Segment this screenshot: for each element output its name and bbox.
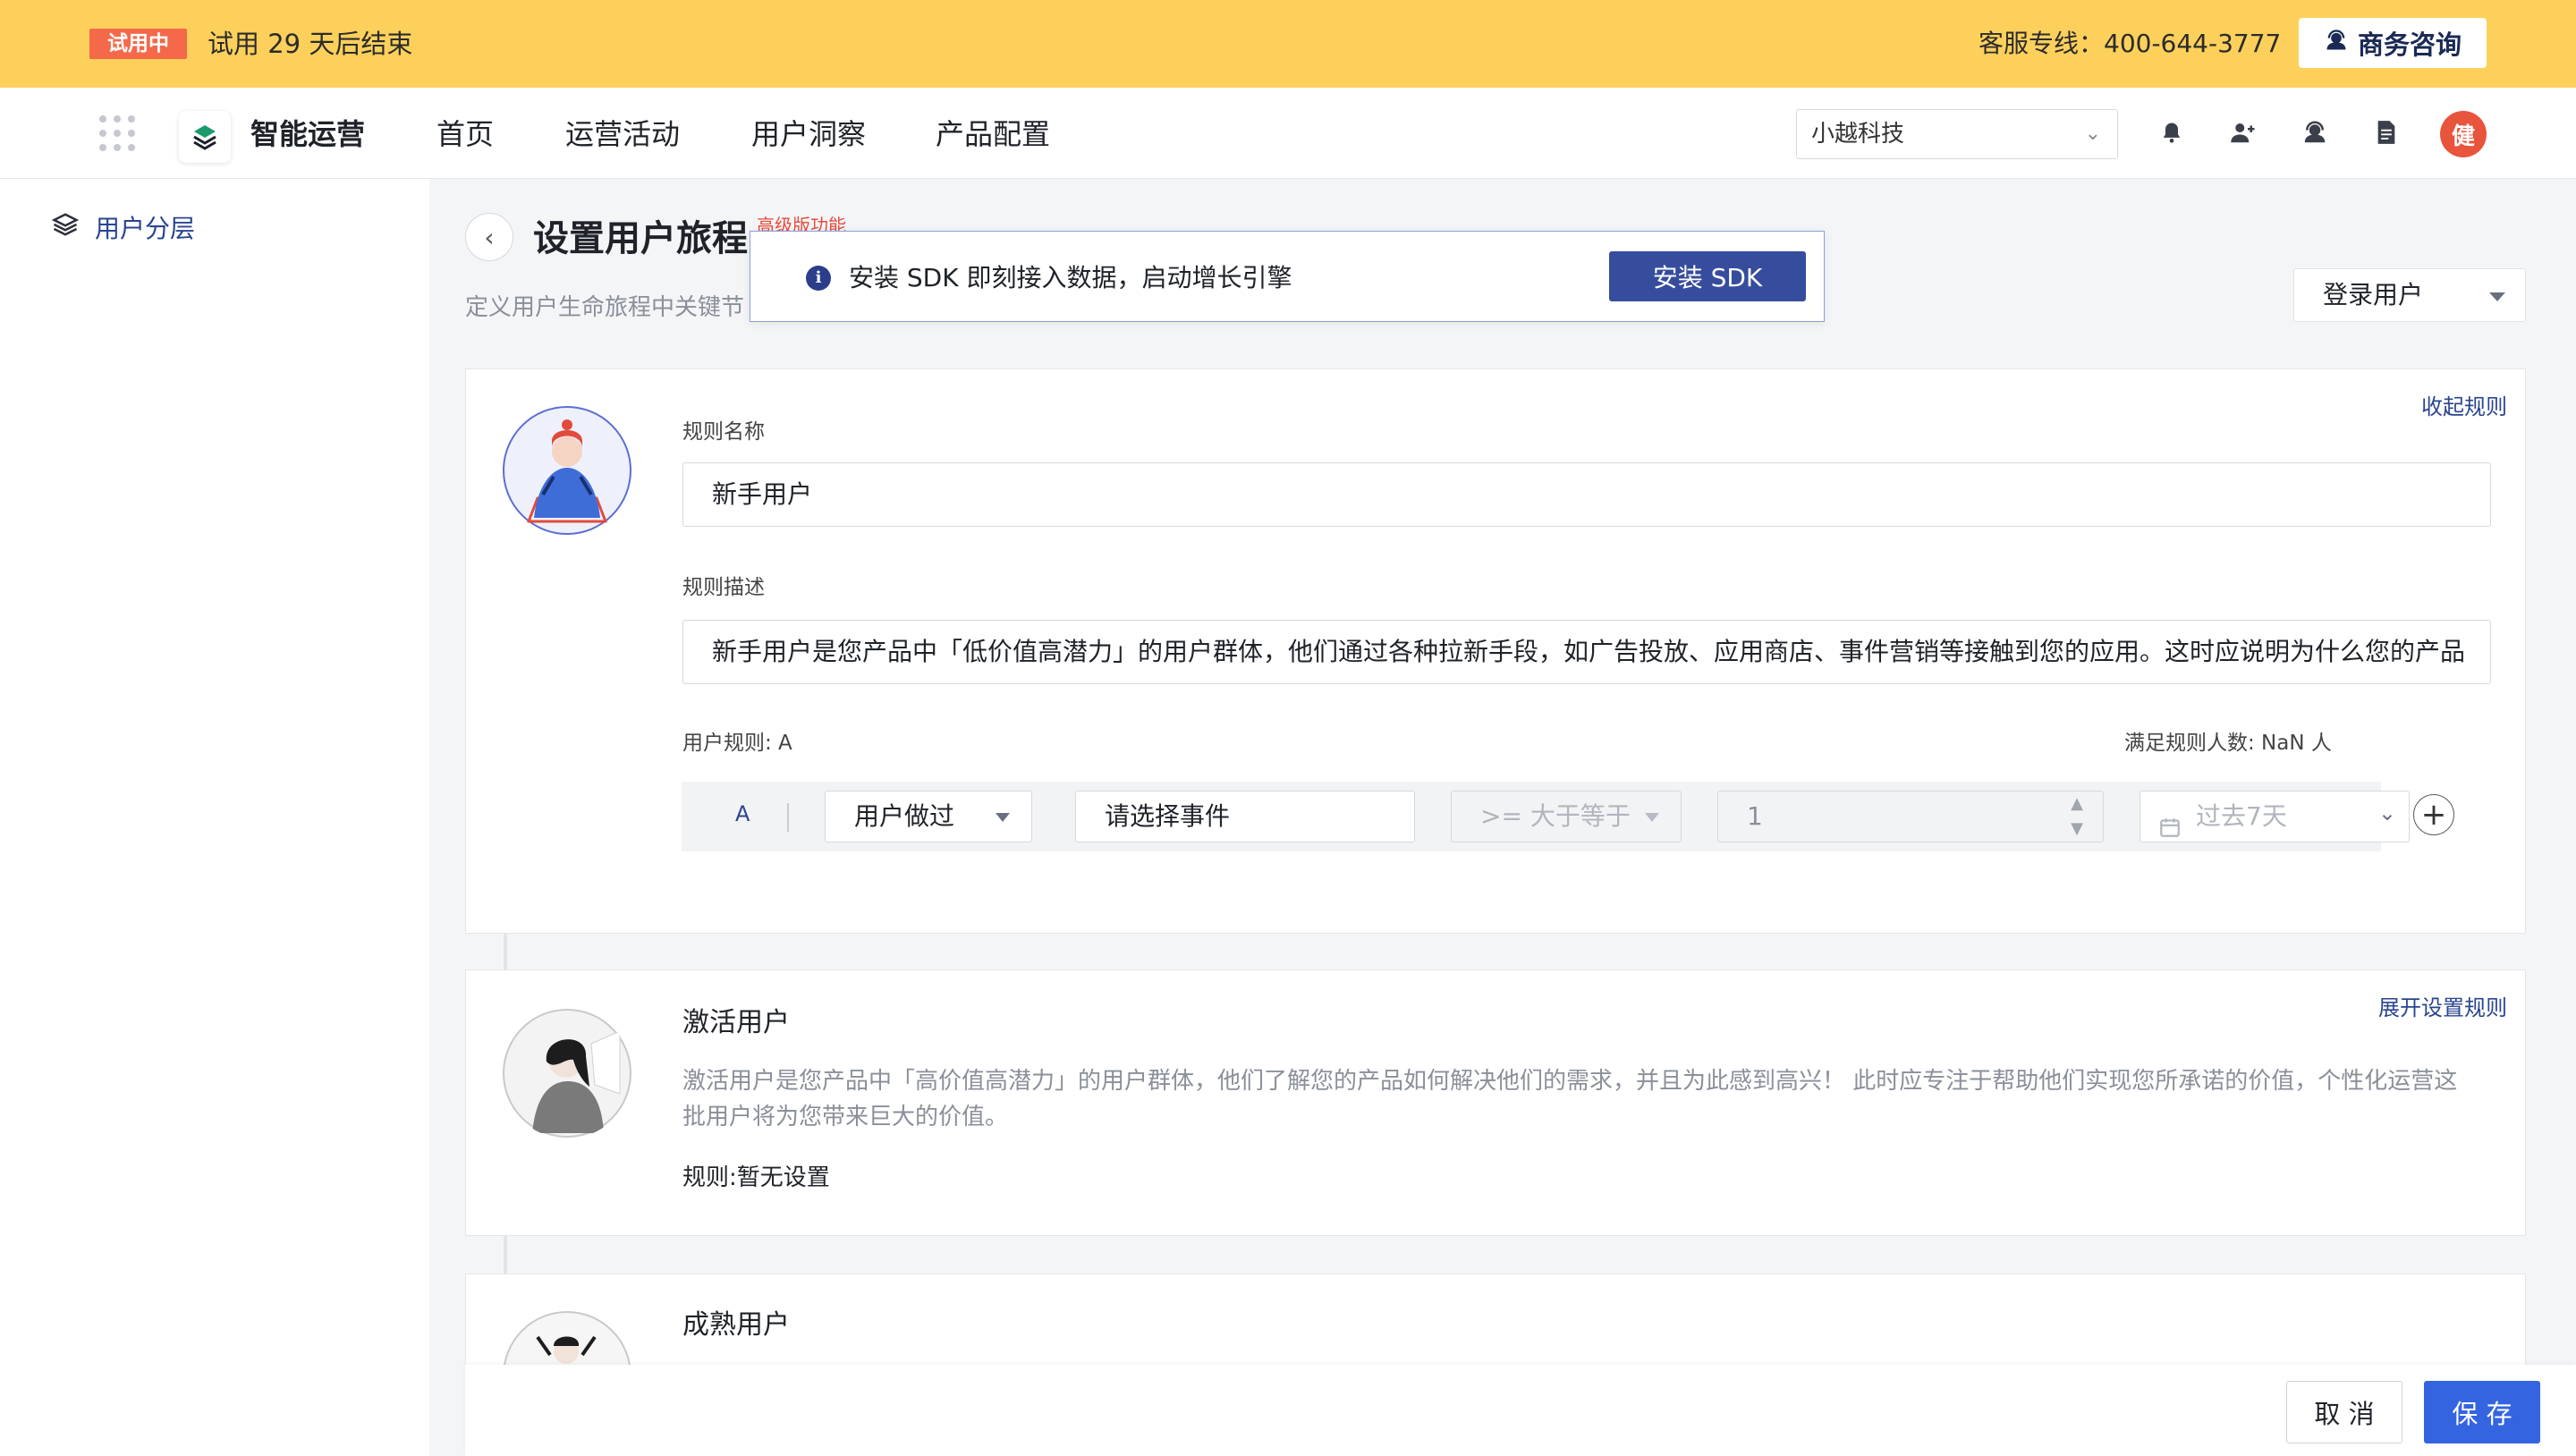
stage-description: 激活用户是您产品中「高价值高潜力」的用户群体，他们了解您的产品如何解决他们的需求… bbox=[682, 1068, 2458, 1130]
user-rule-label: 用户规则: A bbox=[682, 732, 792, 755]
divider bbox=[787, 803, 789, 832]
chevron-left-icon: ‹ bbox=[484, 222, 495, 252]
count-value: 1 bbox=[1747, 801, 1763, 831]
operator-select-value: >= 大于等于 bbox=[1480, 801, 1631, 831]
rule-letter: A bbox=[735, 801, 750, 826]
caret-down-icon bbox=[996, 813, 1010, 822]
rule-name-input[interactable]: 新手用户 bbox=[682, 462, 2491, 527]
rule-condition-row: A 用户做过 请选择事件 >= 大于等于 1 ▲ ▼ 过去7天 ⌄ bbox=[682, 782, 2410, 851]
page-description: 定义用户生命旅程中关键节 bbox=[465, 294, 745, 321]
sidebar-item-label: 用户分层 bbox=[95, 214, 196, 243]
rule-description-label: 规则描述 bbox=[682, 576, 765, 599]
user-type-select[interactable]: 登录用户 bbox=[2293, 268, 2526, 322]
stage-title: 激活用户 bbox=[682, 1007, 790, 1038]
active-user-illustration bbox=[502, 1008, 632, 1139]
timeline-connector bbox=[504, 1236, 507, 1274]
matched-user-count: 满足规则人数: NaN 人 bbox=[2124, 732, 2332, 755]
save-button[interactable]: 保 存 bbox=[2424, 1381, 2540, 1443]
user-avatar[interactable]: 健 bbox=[2440, 111, 2487, 157]
app-grid-icon[interactable] bbox=[98, 114, 136, 152]
business-consult-label: 商务咨询 bbox=[2357, 30, 2462, 60]
nav-item-product-config[interactable]: 产品配置 bbox=[936, 114, 1050, 154]
calendar-icon bbox=[2158, 806, 2182, 842]
nav-item-user-insights[interactable]: 用户洞察 bbox=[751, 114, 866, 154]
action-select[interactable]: 用户做过 bbox=[825, 791, 1032, 842]
trial-banner: 试用中 试用 29 天后结束 客服专线：400-644-3777 商务咨询 bbox=[0, 0, 2576, 88]
company-select[interactable]: 小越科技 ⌄ bbox=[1796, 109, 2118, 159]
count-stepper[interactable]: 1 ▲ ▼ bbox=[1717, 791, 2104, 842]
user-type-select-value: 登录用户 bbox=[2323, 280, 2424, 309]
headset-icon bbox=[2324, 28, 2349, 59]
stage-card-active-user: 展开设置规则 激活用户 激活用户是您产品中「高价值高潜力」的用户群体，他们了解您… bbox=[465, 969, 2526, 1236]
page-title: 设置用户旅程 bbox=[533, 218, 748, 259]
action-select-value: 用户做过 bbox=[854, 801, 955, 831]
add-condition-button[interactable]: + bbox=[2413, 794, 2454, 835]
advanced-feature-badge: 高级版功能 bbox=[757, 215, 846, 233]
layers-icon bbox=[51, 211, 80, 244]
document-icon[interactable] bbox=[2370, 116, 2402, 148]
top-navbar: 智能运营 首页 运营活动 用户洞察 产品配置 小越科技 ⌄ 健 bbox=[0, 88, 2576, 179]
event-select[interactable]: 请选择事件 bbox=[1075, 791, 1415, 842]
sdk-install-banner: i 安装 SDK 即刻接入数据，启动增长引擎 安装 SDK bbox=[750, 231, 1825, 322]
sdk-banner-message: 安装 SDK 即刻接入数据，启动增长引擎 bbox=[849, 263, 1292, 292]
trial-badge: 试用中 bbox=[89, 29, 187, 59]
new-user-illustration bbox=[502, 405, 632, 536]
info-icon: i bbox=[806, 266, 831, 291]
sidebar-item-user-segmentation[interactable]: 用户分层 bbox=[51, 209, 196, 245]
stepper-arrows-icon[interactable]: ▲ ▼ bbox=[2071, 791, 2083, 842]
time-range-value: 过去7天 bbox=[2196, 801, 2287, 831]
timeline-connector bbox=[504, 934, 507, 969]
business-consult-button[interactable]: 商务咨询 bbox=[2299, 18, 2487, 68]
caret-down-icon bbox=[1645, 813, 1659, 822]
time-range-select[interactable]: 过去7天 ⌄ bbox=[2140, 791, 2410, 842]
chevron-down-icon: ⌄ bbox=[2377, 800, 2396, 825]
app-logo[interactable] bbox=[179, 111, 231, 163]
operator-select[interactable]: >= 大于等于 bbox=[1451, 791, 1682, 842]
expand-rule-link[interactable]: 展开设置规则 bbox=[2378, 990, 2507, 1021]
add-user-icon[interactable] bbox=[2227, 116, 2259, 148]
trial-remaining-text: 试用 29 天后结束 bbox=[208, 29, 413, 59]
cancel-button[interactable]: 取 消 bbox=[2286, 1381, 2402, 1443]
collapse-rule-link[interactable]: 收起规则 bbox=[2421, 389, 2507, 420]
app-title: 智能运营 bbox=[250, 117, 366, 151]
stage-rule-status: 规则:暂无设置 bbox=[682, 1164, 830, 1191]
chevron-down-icon: ⌄ bbox=[2084, 123, 2101, 145]
event-select-placeholder: 请选择事件 bbox=[1105, 801, 1231, 831]
caret-down-icon bbox=[2489, 292, 2505, 301]
bottom-action-bar bbox=[465, 1365, 2576, 1456]
rule-description-input[interactable]: 新手用户是您产品中「低价值高潜力」的用户群体，他们通过各种拉新手段，如广告投放、… bbox=[682, 620, 2491, 684]
back-button[interactable]: ‹ bbox=[465, 213, 513, 261]
sidebar: 用户分层 bbox=[0, 179, 429, 1456]
support-icon[interactable] bbox=[2299, 116, 2331, 148]
stage-title: 成熟用户 bbox=[682, 1309, 790, 1341]
nav-item-campaigns[interactable]: 运营活动 bbox=[565, 114, 680, 154]
install-sdk-button[interactable]: 安装 SDK bbox=[1609, 251, 1806, 301]
nav-item-home[interactable]: 首页 bbox=[436, 114, 494, 154]
service-hotline: 客服专线：400-644-3777 bbox=[1979, 29, 2282, 58]
company-select-value: 小越科技 bbox=[1811, 121, 1905, 148]
rule-name-label: 规则名称 bbox=[682, 420, 765, 444]
bell-icon[interactable] bbox=[2156, 116, 2188, 148]
plus-icon: + bbox=[2420, 797, 2447, 833]
